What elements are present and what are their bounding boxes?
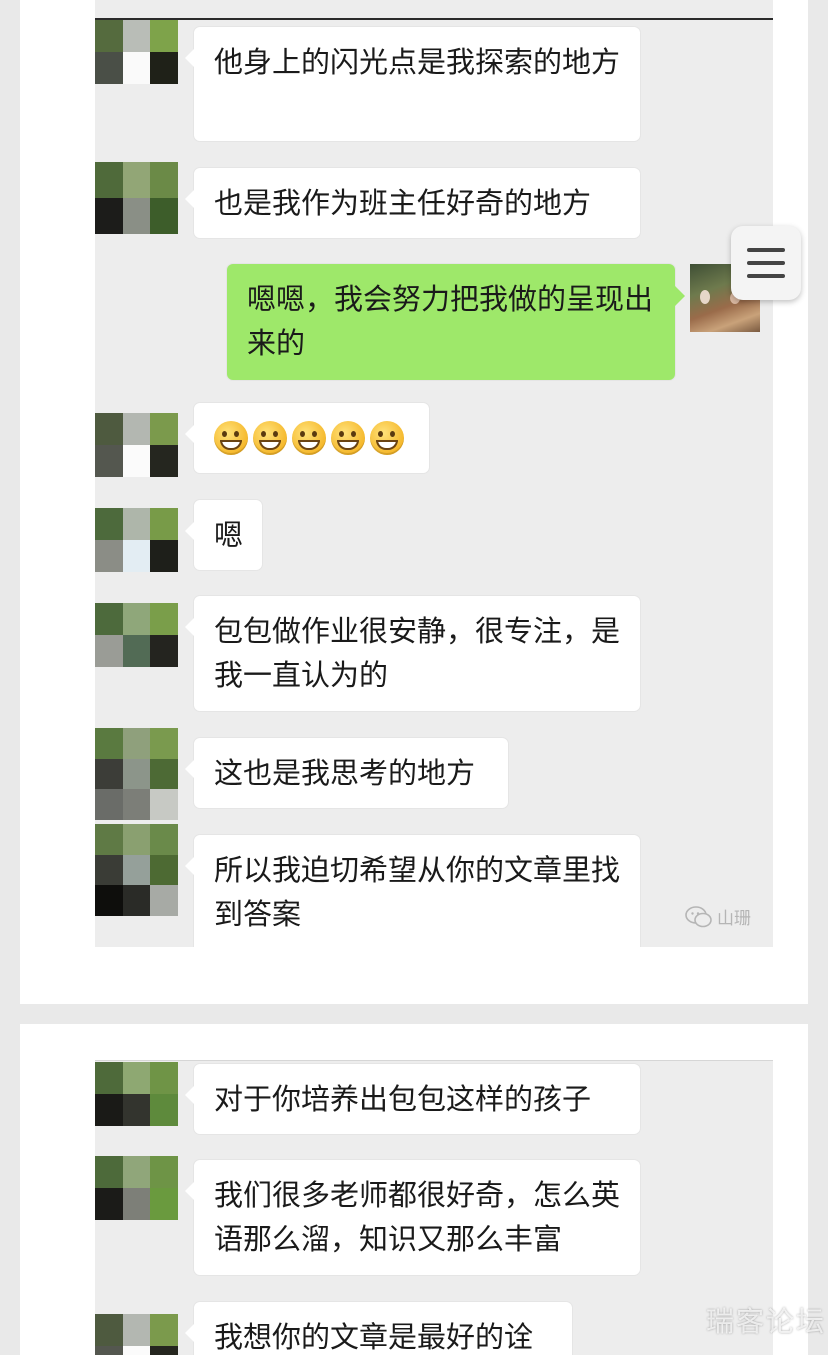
grinning-face-emoji [253, 421, 287, 455]
floating-menu-button[interactable] [731, 226, 801, 300]
chat-screenshot-2: 对于你培养出包包这样的孩子 我们很多老师都很好奇，怎么英语那么溜，知识又那么丰富… [95, 1060, 773, 1355]
watermark-text: 山珊 [717, 909, 751, 929]
grinning-face-emoji [370, 421, 404, 455]
message-bubble-self: 嗯嗯，我会努力把我做的呈现出来的 [227, 264, 685, 380]
grinning-face-emoji [292, 421, 326, 455]
message-bubble: 也是我作为班主任好奇的地方 [185, 168, 640, 238]
divider [95, 18, 773, 20]
message-text: 我们很多老师都很好奇，怎么英语那么溜，知识又那么丰富 [214, 1178, 621, 1256]
grinning-face-emoji [331, 421, 365, 455]
avatar [95, 413, 178, 477]
message-bubble: 他身上的闪光点是我探索的地方 [185, 27, 640, 141]
message-text: 嗯嗯，我会努力把我做的呈现出来的 [247, 282, 654, 360]
avatar [95, 1314, 178, 1355]
chat-screenshot-1: 他身上的闪光点是我探索的地方 也是我作为班主任好奇的地方 嗯嗯，我会努力把我做的… [95, 0, 773, 947]
message-bubble: 包包做作业很安静，很专注，是我一直认为的 [185, 596, 640, 711]
avatar [95, 162, 178, 234]
message-bubble: 我想你的文章是最好的诠释 [185, 1302, 572, 1355]
message-text: 嗯 [214, 518, 244, 552]
screenshot-card-1: 他身上的闪光点是我探索的地方 也是我作为班主任好奇的地方 嗯嗯，我会努力把我做的… [20, 0, 808, 1004]
emoji-row [214, 416, 409, 460]
divider [95, 1060, 773, 1061]
message-text: 他身上的闪光点是我探索的地方 [214, 45, 621, 79]
site-watermark: 瑞客论坛 [706, 1305, 827, 1338]
avatar [95, 20, 178, 84]
hamburger-menu-icon [747, 248, 785, 252]
avatar [95, 508, 178, 572]
message-text: 所以我迫切希望从你的文章里找到答案 [214, 853, 621, 931]
message-text: 我想你的文章是最好的诠释 [214, 1320, 534, 1354]
message-bubble: 所以我迫切希望从你的文章里找到答案 [185, 835, 640, 947]
message-text: 对于你培养出包包这样的孩子 [214, 1082, 592, 1116]
avatar [95, 603, 178, 667]
message-bubble: 我们很多老师都很好奇，怎么英语那么溜，知识又那么丰富 [185, 1160, 640, 1275]
message-text: 包包做作业很安静，很专注，是我一直认为的 [214, 614, 621, 692]
wechat-icon [685, 905, 712, 927]
avatar [95, 728, 178, 820]
message-text: 也是我作为班主任好奇的地方 [214, 186, 592, 220]
message-bubble: 对于你培养出包包这样的孩子 [185, 1064, 640, 1134]
message-bubble: 嗯 [185, 500, 262, 570]
avatar [95, 1062, 178, 1126]
chat-watermark: 山珊 [685, 904, 751, 929]
message-bubble: 这也是我思考的地方 [185, 738, 508, 808]
message-text: 这也是我思考的地方 [214, 756, 476, 790]
message-bubble [185, 403, 429, 473]
screenshot-card-2: 对于你培养出包包这样的孩子 我们很多老师都很好奇，怎么英语那么溜，知识又那么丰富… [20, 1024, 808, 1355]
avatar [95, 824, 178, 916]
avatar [95, 1156, 178, 1220]
grinning-face-emoji [214, 421, 248, 455]
